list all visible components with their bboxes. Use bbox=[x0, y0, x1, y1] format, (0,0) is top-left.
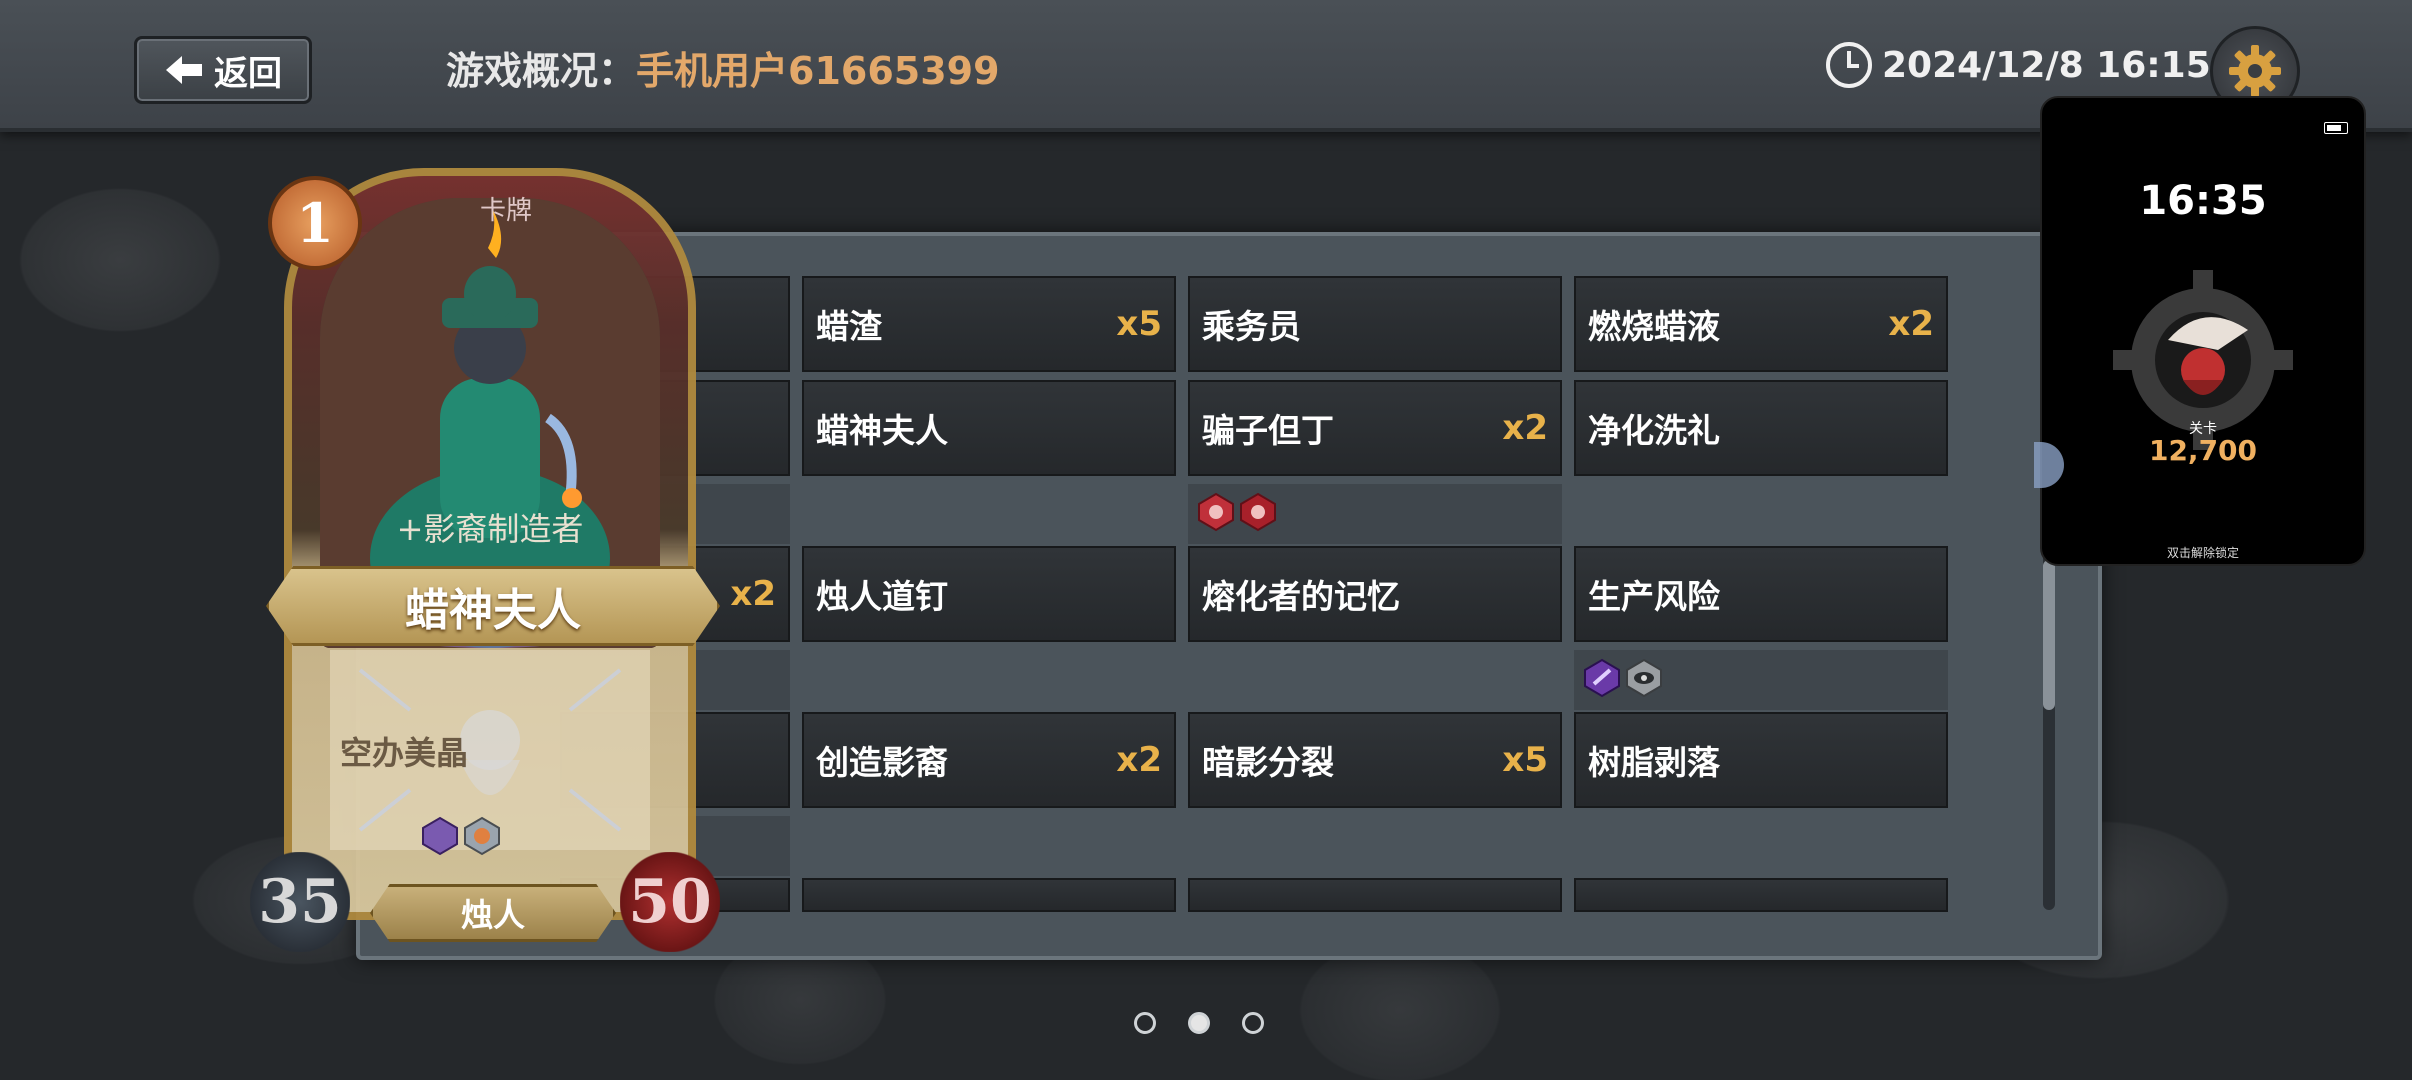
page-dot[interactable] bbox=[1242, 1012, 1264, 1034]
scrollbar-thumb[interactable] bbox=[2043, 560, 2055, 710]
deck-card-name: 净化洗礼 bbox=[1588, 411, 1720, 450]
deck-card-partial[interactable] bbox=[1574, 878, 1948, 912]
deck-card-name: 蜡神夫人 bbox=[816, 411, 948, 450]
deck-card[interactable]: 生产风险 bbox=[1574, 546, 1948, 642]
deck-card[interactable]: 创造影裔 x2 bbox=[802, 712, 1176, 808]
deck-card-name: 烛人道钉 bbox=[816, 577, 948, 616]
card-subtitle: +影裔制造者 bbox=[396, 510, 584, 548]
clock-icon bbox=[1826, 42, 1872, 88]
deck-card[interactable]: 蜡渣 x5 bbox=[802, 276, 1176, 372]
deck-card-name: 熔化者的记忆 bbox=[1202, 577, 1400, 616]
deck-card[interactable]: 骗子但丁 x2 bbox=[1188, 380, 1562, 476]
deck-card-partial[interactable] bbox=[802, 878, 1176, 912]
card-tribe: 烛人 bbox=[460, 896, 525, 934]
battery-icon bbox=[2324, 122, 2348, 134]
title-label: 游戏概况： bbox=[446, 49, 637, 93]
deck-card-partial[interactable] bbox=[1188, 878, 1562, 912]
datetime-text: 2024/12/8 16:15 bbox=[1882, 44, 2211, 86]
back-button[interactable]: 返回 bbox=[134, 36, 312, 104]
card-attack: 35 bbox=[250, 852, 350, 952]
deck-card-count: x2 bbox=[1502, 408, 1548, 448]
datetime-display: 2024/12/8 16:15 bbox=[1824, 40, 2211, 90]
back-arrow-icon bbox=[166, 56, 202, 84]
deck-card-name: 创造影裔 bbox=[816, 743, 948, 782]
deck-card-count: x5 bbox=[1116, 304, 1162, 344]
deck-card[interactable]: 树脂剥落 bbox=[1574, 712, 1948, 808]
deck-card-count: x2 bbox=[730, 574, 776, 614]
widget-time: 16:35 bbox=[2139, 178, 2267, 224]
card-top-label: 卡牌 bbox=[480, 196, 533, 226]
deck-card[interactable]: 暗影分裂 x5 bbox=[1188, 712, 1562, 808]
deck-card[interactable]: 烛人道钉 bbox=[802, 546, 1176, 642]
deck-card-name: 蜡渣 bbox=[816, 307, 882, 346]
widget-unlock-hint: 双击解除锁定 bbox=[2166, 546, 2239, 560]
deck-card-count: x2 bbox=[1116, 740, 1162, 780]
card-name: 蜡神夫人 bbox=[405, 585, 581, 636]
card-keyword-icons bbox=[420, 816, 502, 856]
deck-card-name: 燃烧蜡液 bbox=[1588, 307, 1720, 346]
gear-icon bbox=[2229, 45, 2281, 97]
orange-rune-icon bbox=[464, 816, 500, 856]
lock-screen-widget[interactable]: 16:35 关卡 12,700 双击解除锁定 bbox=[2040, 96, 2366, 566]
username: 手机用户61665399 bbox=[636, 49, 1000, 93]
deck-card-name: 树脂剥落 bbox=[1588, 743, 1720, 782]
deck-card-name: 生产风险 bbox=[1588, 577, 1720, 616]
page-dot-active[interactable] bbox=[1188, 1012, 1210, 1034]
deck-card[interactable]: 燃烧蜡液 x2 bbox=[1574, 276, 1948, 372]
featured-card[interactable]: 1 卡牌 +影裔制造者 蜡神夫人 空办美晶 35 50 烛人 bbox=[250, 168, 720, 952]
deck-card[interactable]: 熔化者的记忆 bbox=[1188, 546, 1562, 642]
deck-card[interactable]: 净化洗礼 bbox=[1574, 380, 1948, 476]
deck-card[interactable]: 乘务员 bbox=[1188, 276, 1562, 372]
widget-stage-value: 12,700 bbox=[2148, 434, 2258, 467]
card-cost: 1 bbox=[268, 176, 362, 270]
card-tribe-banner: 烛人 bbox=[370, 884, 616, 942]
deck-card-name: 乘务员 bbox=[1202, 307, 1301, 346]
purple-rune-icon bbox=[422, 816, 458, 856]
deck-card-count: x2 bbox=[1888, 304, 1934, 344]
card-health: 50 bbox=[620, 852, 720, 952]
deck-card-name: 骗子但丁 bbox=[1202, 411, 1334, 450]
page-title: 游戏概况：手机用户61665399 bbox=[446, 40, 1000, 95]
deck-card-count: x5 bbox=[1502, 740, 1548, 780]
deck-card-name: 暗影分裂 bbox=[1202, 743, 1334, 782]
card-description: 空办美晶 bbox=[340, 734, 469, 772]
deck-card[interactable]: 蜡神夫人 bbox=[802, 380, 1176, 476]
page-indicator bbox=[1134, 1012, 1264, 1034]
card-name-banner: 蜡神夫人 bbox=[266, 566, 720, 646]
page-dot[interactable] bbox=[1134, 1012, 1156, 1034]
back-button-label: 返回 bbox=[214, 53, 282, 94]
